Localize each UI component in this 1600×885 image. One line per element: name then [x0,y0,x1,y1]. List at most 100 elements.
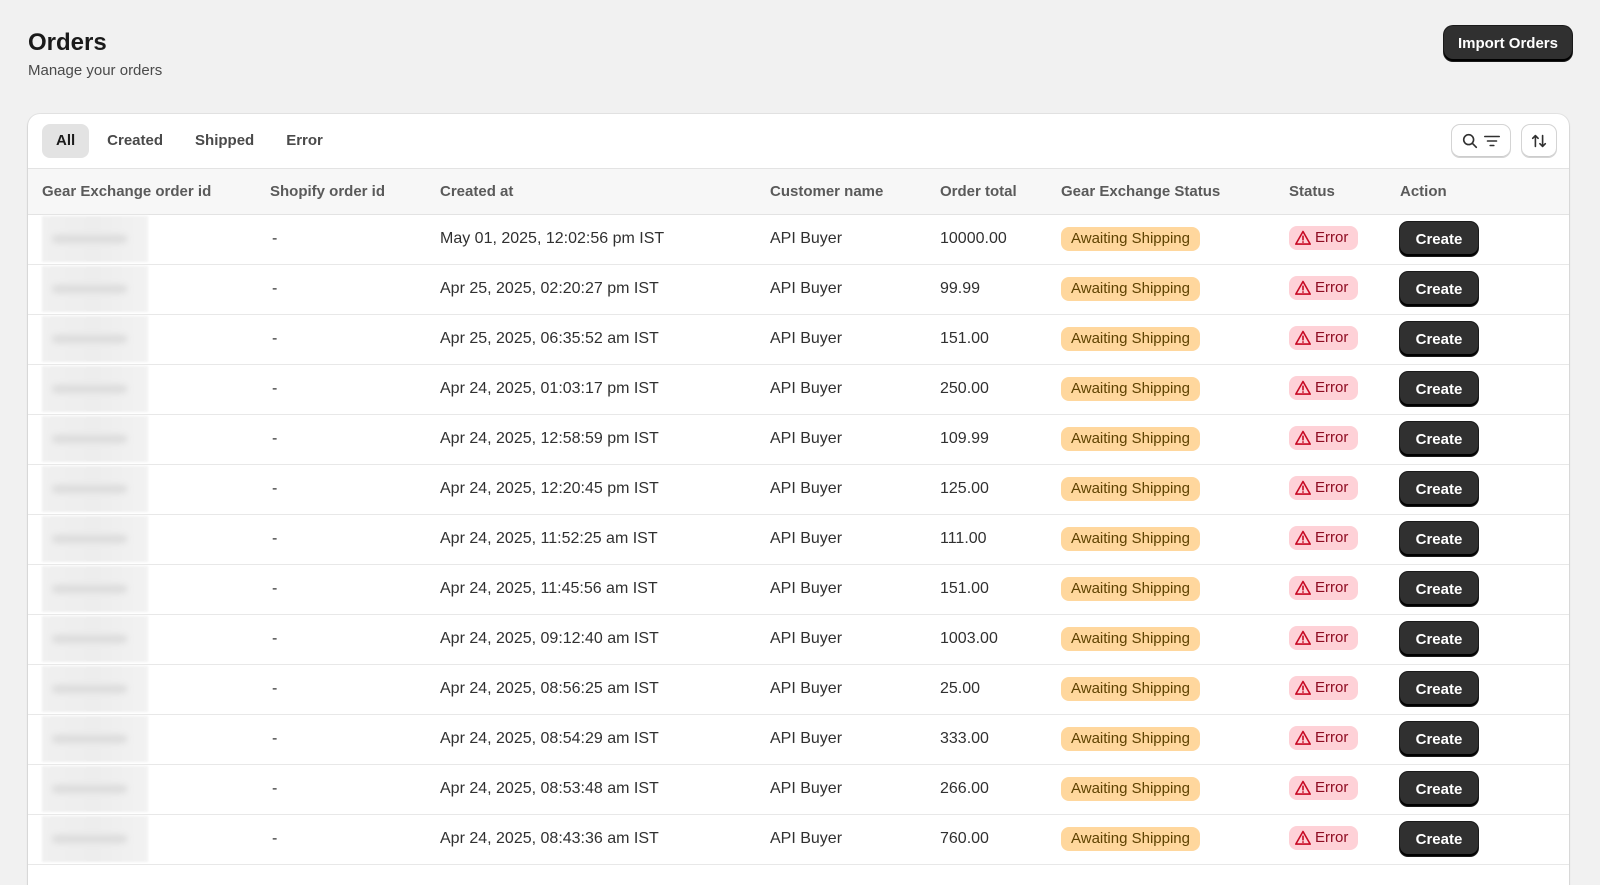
sort-icon [1531,134,1547,148]
customer-name-cell: API Buyer [770,314,940,365]
gear-exchange-status-cell: Awaiting Shipping [1061,264,1289,315]
create-button[interactable]: Create [1400,522,1478,556]
action-cell: Create [1400,464,1569,515]
create-button[interactable]: Create [1400,472,1478,506]
awaiting-shipping-badge: Awaiting Shipping [1061,427,1200,451]
awaiting-shipping-badge: Awaiting Shipping [1061,277,1200,301]
created-at-cell: Apr 24, 2025, 11:45:56 am IST [440,564,770,615]
page-title: Orders [28,29,107,56]
error-label: Error [1315,679,1349,696]
error-badge: Error [1289,326,1359,350]
table-row[interactable]: - Apr 24, 2025, 12:20:45 pm IST API Buye… [28,464,1569,515]
filter-icon [1483,135,1501,147]
gear-exchange-id-cell [28,414,270,465]
action-cell: Create [1400,214,1569,265]
gear-exchange-status-cell: Awaiting Shipping [1061,614,1289,665]
column-header: Created at [440,169,770,215]
table-row[interactable]: - Apr 24, 2025, 08:54:29 am IST API Buye… [28,714,1569,765]
created-at-cell: Apr 24, 2025, 09:12:40 am IST [440,614,770,665]
status-cell: Error [1289,414,1400,465]
error-badge: Error [1289,226,1359,250]
orders-table: Gear Exchange order id Shopify order id … [28,169,1569,865]
table-row[interactable]: - Apr 24, 2025, 08:56:25 am IST API Buye… [28,664,1569,715]
created-at-cell: Apr 25, 2025, 02:20:27 pm IST [440,264,770,315]
import-orders-button[interactable]: Import Orders [1443,26,1572,61]
table-row[interactable]: - May 01, 2025, 12:02:56 pm IST API Buye… [28,214,1569,265]
column-header: Customer name [770,169,940,215]
shopify-id-cell: - [270,314,440,365]
create-button[interactable]: Create [1400,372,1478,406]
sort-button[interactable] [1521,124,1557,158]
shopify-id-cell: - [270,464,440,515]
tabs-bar: All Created Shipped Error [28,114,1569,169]
alert-triangle-icon [1294,430,1312,445]
create-button[interactable]: Create [1400,722,1478,756]
tab-all[interactable]: All [42,124,90,158]
gear-exchange-status-cell: Awaiting Shipping [1061,514,1289,565]
error-label: Error [1315,329,1349,346]
gear-exchange-id-cell [28,664,270,715]
column-header: Order total [940,169,1061,215]
blurred-order-id [42,716,148,762]
tab-error[interactable]: Error [272,124,337,158]
column-header: Status [1289,169,1400,215]
awaiting-shipping-badge: Awaiting Shipping [1061,677,1200,701]
gear-exchange-status-cell: Awaiting Shipping [1061,214,1289,265]
alert-triangle-icon [1294,680,1312,695]
shopify-id-cell: - [270,414,440,465]
create-button[interactable]: Create [1400,272,1478,306]
error-label: Error [1315,279,1349,296]
gear-exchange-id-cell [28,214,270,265]
table-row[interactable]: - Apr 24, 2025, 08:53:48 am IST API Buye… [28,764,1569,815]
shopify-id-cell: - [270,814,440,865]
blurred-order-id [42,566,148,612]
action-cell: Create [1400,514,1569,565]
customer-name-cell: API Buyer [770,764,940,815]
awaiting-shipping-badge: Awaiting Shipping [1061,627,1200,651]
create-button[interactable]: Create [1400,772,1478,806]
column-header: Gear Exchange order id [28,169,270,215]
create-button[interactable]: Create [1400,672,1478,706]
order-total-cell: 99.99 [940,264,1061,315]
action-cell: Create [1400,264,1569,315]
tab-shipped[interactable]: Shipped [181,124,268,158]
alert-triangle-icon [1294,330,1312,345]
customer-name-cell: API Buyer [770,664,940,715]
create-button[interactable]: Create [1400,572,1478,606]
shopify-id-cell: - [270,514,440,565]
table-row[interactable]: - Apr 24, 2025, 01:03:17 pm IST API Buye… [28,364,1569,415]
error-label: Error [1315,379,1349,396]
table-row[interactable]: - Apr 24, 2025, 08:43:36 am IST API Buye… [28,814,1569,865]
table-row[interactable]: - Apr 25, 2025, 06:35:52 am IST API Buye… [28,314,1569,365]
gear-exchange-status-cell: Awaiting Shipping [1061,364,1289,415]
order-total-cell: 125.00 [940,464,1061,515]
blurred-order-id [42,766,148,812]
create-button[interactable]: Create [1400,222,1478,256]
table-row[interactable]: - Apr 24, 2025, 12:58:59 pm IST API Buye… [28,414,1569,465]
table-row[interactable]: - Apr 25, 2025, 02:20:27 pm IST API Buye… [28,264,1569,315]
blurred-order-id [42,816,148,862]
order-total-cell: 109.99 [940,414,1061,465]
gear-exchange-status-cell: Awaiting Shipping [1061,664,1289,715]
error-label: Error [1315,479,1349,496]
column-header: Shopify order id [270,169,440,215]
create-button[interactable]: Create [1400,322,1478,356]
alert-triangle-icon [1294,380,1312,395]
create-button[interactable]: Create [1400,622,1478,656]
shopify-id-cell: - [270,264,440,315]
order-total-cell: 151.00 [940,314,1061,365]
table-row[interactable]: - Apr 24, 2025, 11:52:25 am IST API Buye… [28,514,1569,565]
status-cell: Error [1289,314,1400,365]
search-filter-button[interactable] [1451,124,1511,158]
customer-name-cell: API Buyer [770,414,940,465]
tab-created[interactable]: Created [93,124,177,158]
table-row[interactable]: - Apr 24, 2025, 09:12:40 am IST API Buye… [28,614,1569,665]
gear-exchange-id-cell [28,764,270,815]
gear-exchange-id-cell [28,814,270,865]
table-row[interactable]: - Apr 24, 2025, 11:45:56 am IST API Buye… [28,564,1569,615]
create-button[interactable]: Create [1400,422,1478,456]
gear-exchange-id-cell [28,314,270,365]
error-badge: Error [1289,776,1359,800]
shopify-id-cell: - [270,664,440,715]
create-button[interactable]: Create [1400,822,1478,856]
